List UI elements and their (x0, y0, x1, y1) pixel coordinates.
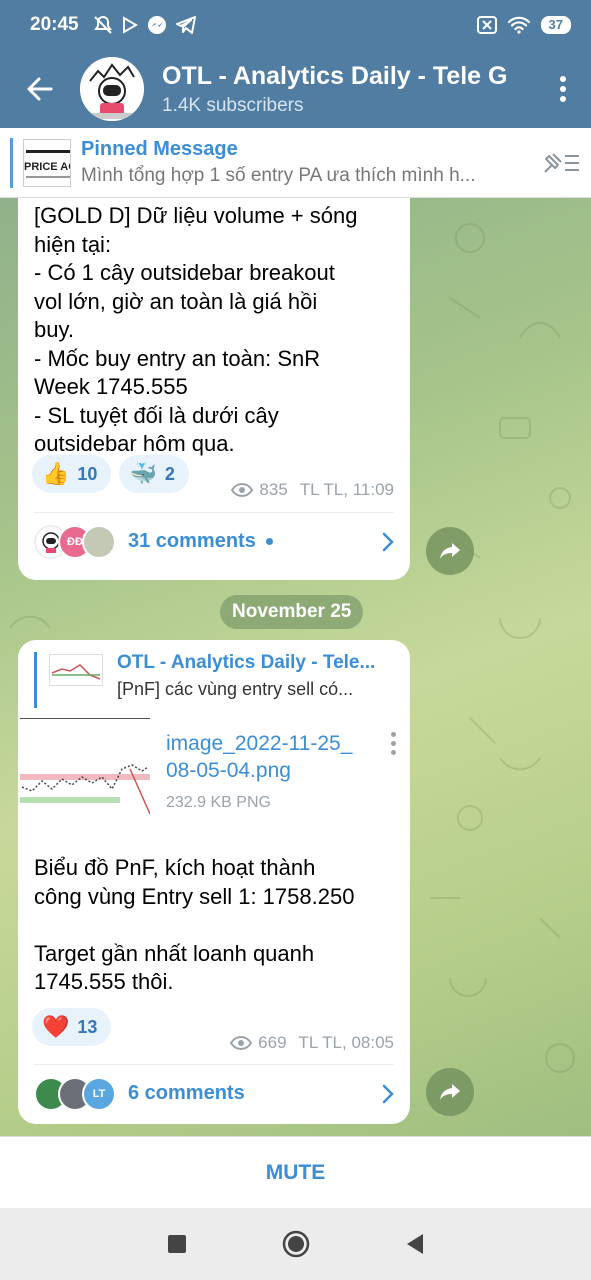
reply-title: OTL - Analytics Daily - Tele... (117, 652, 376, 673)
share-arrow-icon (440, 1084, 460, 1100)
subscriber-count: 1.4K subscribers (162, 94, 304, 116)
share-button[interactable] (426, 527, 474, 575)
more-menu-button[interactable] (535, 50, 591, 128)
comments-button[interactable]: ĐĐ 31 comments (34, 512, 394, 570)
author-time: TL TL, 11:09 (299, 480, 394, 499)
reaction-heart[interactable]: ❤️ 13 (32, 1008, 112, 1046)
file-attachment[interactable]: image_2022-11-25_ 08-05-04.png 232.9 KB … (20, 718, 400, 848)
unpin-button[interactable] (531, 150, 591, 176)
share-button[interactable] (426, 1068, 474, 1116)
file-size: 232.9 KB PNG (166, 794, 271, 811)
message-bubble[interactable]: OTL - Analytics Daily - Tele... [PnF] cá… (18, 640, 410, 1124)
commenter-avatar (82, 524, 116, 559)
reaction-whale[interactable]: 🐳 2 (119, 455, 189, 493)
message-meta: 835 TL TL, 11:09 (231, 480, 394, 500)
battery-indicator: 37 (540, 16, 571, 34)
message-text: [GOLD D] Dữ liệu volume + sóng hiện tại:… (34, 203, 358, 456)
chevron-right-icon (382, 532, 394, 551)
channel-title[interactable]: OTL - Analytics Daily - Tele G (162, 62, 535, 91)
status-time: 20:45 (30, 14, 79, 35)
back-button[interactable] (0, 50, 80, 128)
message-meta: 669 TL TL, 08:05 (230, 1033, 394, 1053)
chat-area[interactable]: [GOLD D] Dữ liệu volume + sóng hiện tại:… (0, 198, 591, 1136)
view-count: 835 (259, 480, 288, 499)
chevron-right-icon (382, 1084, 394, 1103)
file-thumbnail[interactable] (20, 718, 151, 848)
sim-off-icon (476, 16, 497, 34)
unread-dot (265, 538, 273, 545)
share-arrow-icon (440, 543, 460, 559)
price-action-thumbnail-icon: PRICE ACTION (24, 139, 71, 186)
date-separator: November 25 (220, 595, 364, 629)
chart-image-icon (20, 719, 151, 847)
comments-button[interactable]: LT 6 comments (34, 1064, 394, 1122)
play-icon (122, 16, 138, 34)
wifi-icon (507, 16, 530, 34)
reaction-count: 13 (77, 1016, 98, 1037)
home-circle-icon[interactable] (282, 1230, 310, 1258)
channel-avatar[interactable] (80, 57, 144, 121)
reply-body: [PnF] các vùng entry sell có... (117, 679, 354, 699)
reaction-count: 10 (77, 463, 98, 484)
astronaut-avatar-icon (80, 57, 144, 121)
file-menu-button[interactable] (386, 718, 400, 848)
reply-indicator (34, 652, 37, 708)
recents-square-icon[interactable] (167, 1235, 186, 1253)
eye-icon (230, 1036, 253, 1050)
messenger-icon (147, 16, 166, 34)
pinned-message-bar[interactable]: PRICE ACTION Pinned Message Mình tổng hợ… (0, 128, 591, 198)
back-arrow-icon (27, 77, 53, 101)
view-count: 669 (258, 1033, 287, 1052)
back-triangle-icon[interactable] (406, 1233, 424, 1255)
comments-count: 31 comments (128, 530, 256, 552)
bell-off-icon (93, 15, 112, 34)
chart-thumbnail-icon (51, 664, 101, 680)
whale-icon: 🐳 (129, 461, 157, 486)
reaction-thumbs-up[interactable]: 👍 10 (32, 455, 112, 493)
comments-count: 6 comments (128, 1082, 245, 1104)
telegram-icon (175, 16, 196, 34)
eye-icon (231, 483, 254, 497)
pinned-thumbnail: PRICE ACTION (23, 138, 71, 187)
message-text: Biểu đồ PnF, kích hoạt thành công vùng E… (34, 855, 355, 994)
forwarded-reply-preview[interactable]: OTL - Analytics Daily - Tele... [PnF] cá… (34, 652, 398, 708)
reply-thumbnail (49, 654, 103, 686)
status-bar: 20:45 37 (0, 0, 591, 50)
more-vertical-icon (560, 76, 566, 102)
mute-button[interactable]: MUTE (0, 1136, 591, 1208)
pin-list-icon (544, 152, 579, 173)
pinned-thumb-text: PRICE ACTION (24, 161, 71, 173)
commenter-avatar: LT (82, 1076, 116, 1111)
message-bubble[interactable]: [GOLD D] Dữ liệu volume + sóng hiện tại:… (18, 198, 410, 580)
channel-header: OTL - Analytics Daily - Tele G 1.4K subs… (0, 50, 591, 128)
system-nav-bar (0, 1208, 591, 1280)
thumbs-up-icon: 👍 (42, 461, 70, 486)
heart-icon: ❤️ (42, 1014, 70, 1039)
author-time: TL TL, 08:05 (298, 1033, 394, 1052)
pinned-indicator (10, 137, 13, 188)
file-name[interactable]: image_2022-11-25_ 08-05-04.png (166, 730, 386, 784)
reaction-count: 2 (164, 463, 175, 484)
pinned-preview: Mình tổng hợp 1 số entry PA ưa thích mìn… (81, 165, 476, 186)
pinned-title: Pinned Message (81, 138, 238, 160)
